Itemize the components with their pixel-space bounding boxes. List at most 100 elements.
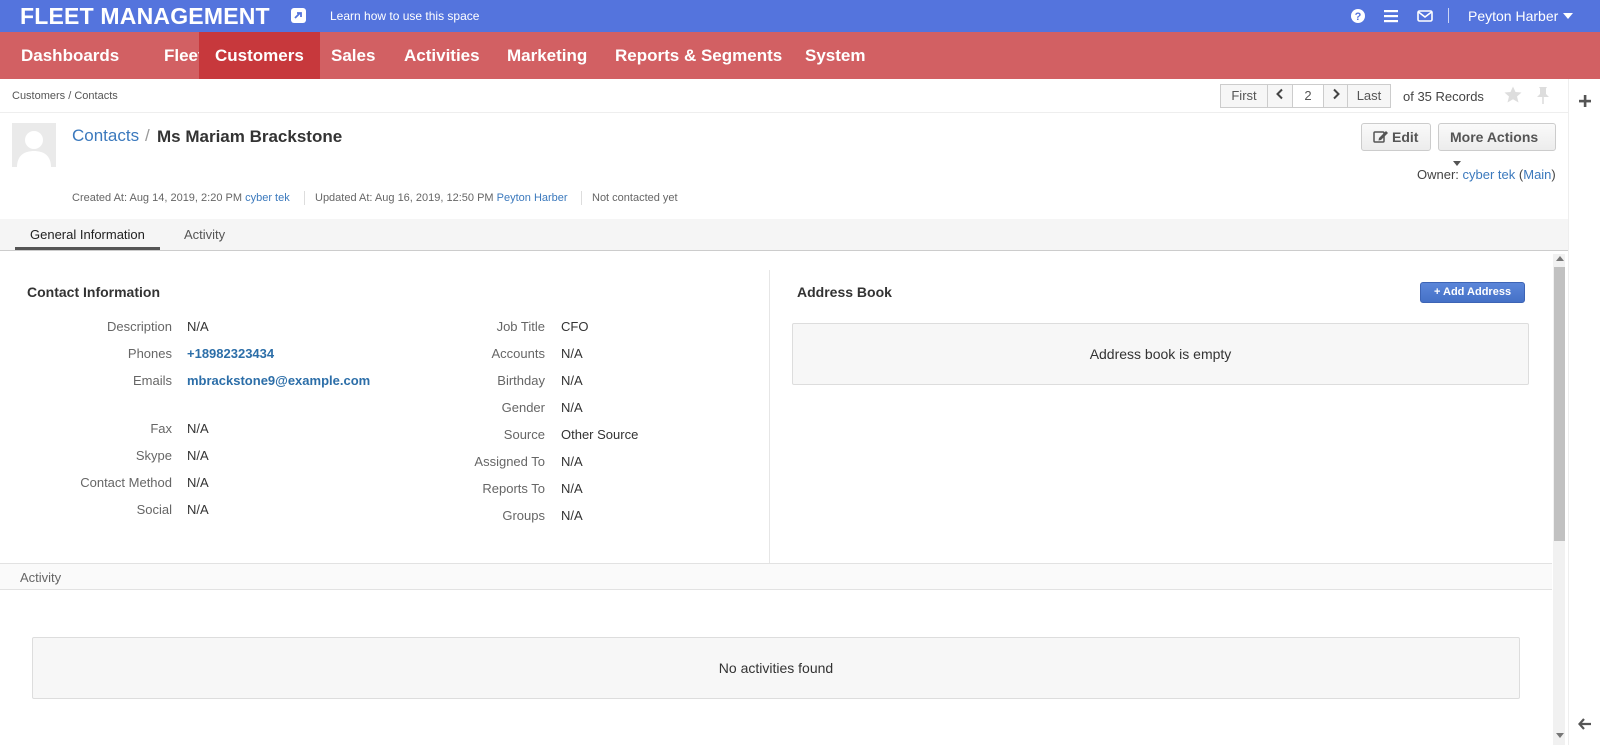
field-label: Gender — [501, 400, 545, 415]
business-unit-link[interactable]: Main — [1523, 167, 1551, 182]
tab-bar: General Information Activity — [0, 219, 1568, 251]
field-label: Phones — [127, 346, 172, 361]
caret-down-icon — [1453, 161, 1461, 166]
updated-by-link[interactable]: Peyton Harber — [497, 192, 568, 204]
mail-icon[interactable] — [1417, 8, 1433, 24]
pager-first-button[interactable]: First — [1220, 84, 1268, 108]
learn-link[interactable]: Learn how to use this space — [330, 9, 479, 23]
field-value: N/A — [187, 502, 209, 517]
edit-icon — [1373, 131, 1388, 143]
tab-activity[interactable]: Activity — [169, 219, 240, 250]
nav-dashboards[interactable]: Dashboards — [5, 32, 135, 79]
nav-sales[interactable]: Sales — [315, 32, 391, 79]
nav-marketing[interactable]: Marketing — [491, 32, 603, 79]
contacts-link[interactable]: Contacts — [72, 126, 139, 146]
nav-system[interactable]: System — [789, 32, 881, 79]
field-value: N/A — [187, 421, 209, 436]
meta-divider — [304, 191, 305, 205]
nav-customers[interactable]: Customers — [199, 32, 320, 79]
field-label: Source — [503, 427, 545, 442]
record-count: of 35 Records — [1403, 89, 1484, 104]
external-link-icon[interactable] — [291, 8, 306, 23]
field-label: Skype — [135, 448, 172, 463]
field-value: N/A — [561, 400, 583, 415]
activity-section-header: Activity — [0, 563, 1552, 590]
updated-at-text: Updated At: Aug 16, 2019, 12:50 PM — [315, 192, 494, 204]
right-sidebar — [1568, 79, 1600, 745]
pin-icon[interactable] — [1535, 85, 1551, 105]
edit-label: Edit — [1392, 129, 1419, 145]
field-label: Job Title — [496, 319, 545, 334]
field-label: Fax — [150, 421, 172, 436]
activity-section-title: Activity — [20, 570, 62, 585]
add-address-button[interactable]: + Add Address — [1420, 282, 1525, 303]
activity-empty: No activities found — [32, 637, 1520, 699]
scroll-down-icon[interactable] — [1556, 733, 1564, 738]
title-separator: / — [145, 126, 150, 145]
more-actions-button[interactable]: More Actions — [1438, 123, 1556, 166]
page-title: Ms Mariam Brackstone — [157, 127, 343, 146]
meta-divider — [581, 191, 582, 205]
created-at-text: Created At: Aug 14, 2019, 2:20 PM — [72, 192, 243, 204]
field-value: N/A — [561, 454, 583, 469]
field-label: Description — [106, 319, 172, 334]
plus-icon[interactable] — [1577, 93, 1593, 109]
chevron-down-icon — [1563, 13, 1574, 19]
field-value: N/A — [187, 319, 209, 334]
arrow-left-icon[interactable] — [1577, 716, 1593, 732]
field-label: Contact Method — [80, 475, 172, 490]
address-book-empty: Address book is empty — [792, 323, 1529, 385]
chevron-left-icon — [1276, 88, 1283, 100]
app-title[interactable]: FLEET MANAGEMENT — [20, 3, 270, 30]
field-label: Emails — [132, 373, 172, 388]
topbar-divider — [1448, 8, 1449, 23]
field-value: N/A — [561, 508, 583, 523]
scroll-up-icon[interactable] — [1556, 256, 1564, 261]
field-label: Social — [136, 502, 172, 517]
chevron-right-icon — [1332, 88, 1340, 100]
contact-status: Not contacted yet — [592, 192, 678, 204]
field-label: Accounts — [491, 346, 545, 361]
more-actions-label: More Actions — [1450, 129, 1539, 145]
svg-text:?: ? — [1355, 11, 1362, 23]
owner-link[interactable]: cyber tek — [1463, 167, 1516, 182]
user-silhouette-icon — [17, 131, 51, 167]
column-divider — [769, 270, 770, 563]
email-link[interactable]: mbrackstone9@example.com — [187, 373, 370, 388]
breadcrumb: Customers / Contacts — [12, 90, 118, 102]
record-pager: First 2 Last — [1220, 84, 1391, 108]
nav-reports-segments[interactable]: Reports & Segments — [599, 32, 798, 79]
avatar — [12, 123, 56, 167]
pager-next-button[interactable] — [1323, 84, 1348, 108]
field-value: N/A — [561, 373, 583, 388]
field-value: Other Source — [561, 427, 639, 442]
owner-label: Owner: — [1417, 167, 1459, 182]
user-name: Peyton Harber — [1468, 8, 1559, 24]
tab-general-information[interactable]: General Information — [15, 219, 160, 250]
user-menu[interactable]: Peyton Harber — [1468, 8, 1574, 24]
contact-information-title: Contact Information — [27, 284, 160, 300]
pager-last-button[interactable]: Last — [1347, 84, 1391, 108]
pager-current-page[interactable]: 2 — [1292, 84, 1324, 108]
created-at: Created At: Aug 14, 2019, 2:20 PM cyber … — [72, 192, 290, 204]
field-value: N/A — [187, 475, 209, 490]
phone-link[interactable]: +18982323434 — [187, 346, 274, 361]
menu-icon[interactable] — [1383, 8, 1399, 24]
star-icon[interactable] — [1503, 85, 1523, 105]
owner-line: Owner: cyber tek (Main) — [1417, 167, 1556, 182]
top-bar: FLEET MANAGEMENT Learn how to use this s… — [0, 0, 1600, 32]
updated-at: Updated At: Aug 16, 2019, 12:50 PM Peyto… — [315, 192, 568, 204]
divider — [0, 112, 1568, 113]
field-label: Reports To — [482, 481, 545, 496]
field-value: N/A — [561, 481, 583, 496]
address-book-title: Address Book — [797, 284, 892, 300]
help-icon[interactable]: ? — [1350, 8, 1366, 24]
edit-button[interactable]: Edit — [1361, 123, 1431, 151]
scrollbar-thumb[interactable] — [1554, 267, 1565, 541]
main-nav: Dashboards Fleet Customers Sales Activit… — [0, 32, 1600, 79]
nav-activities[interactable]: Activities — [388, 32, 496, 79]
created-by-link[interactable]: cyber tek — [245, 192, 290, 204]
field-label: Assigned To — [474, 454, 545, 469]
field-label: Groups — [502, 508, 545, 523]
pager-prev-button[interactable] — [1267, 84, 1293, 108]
